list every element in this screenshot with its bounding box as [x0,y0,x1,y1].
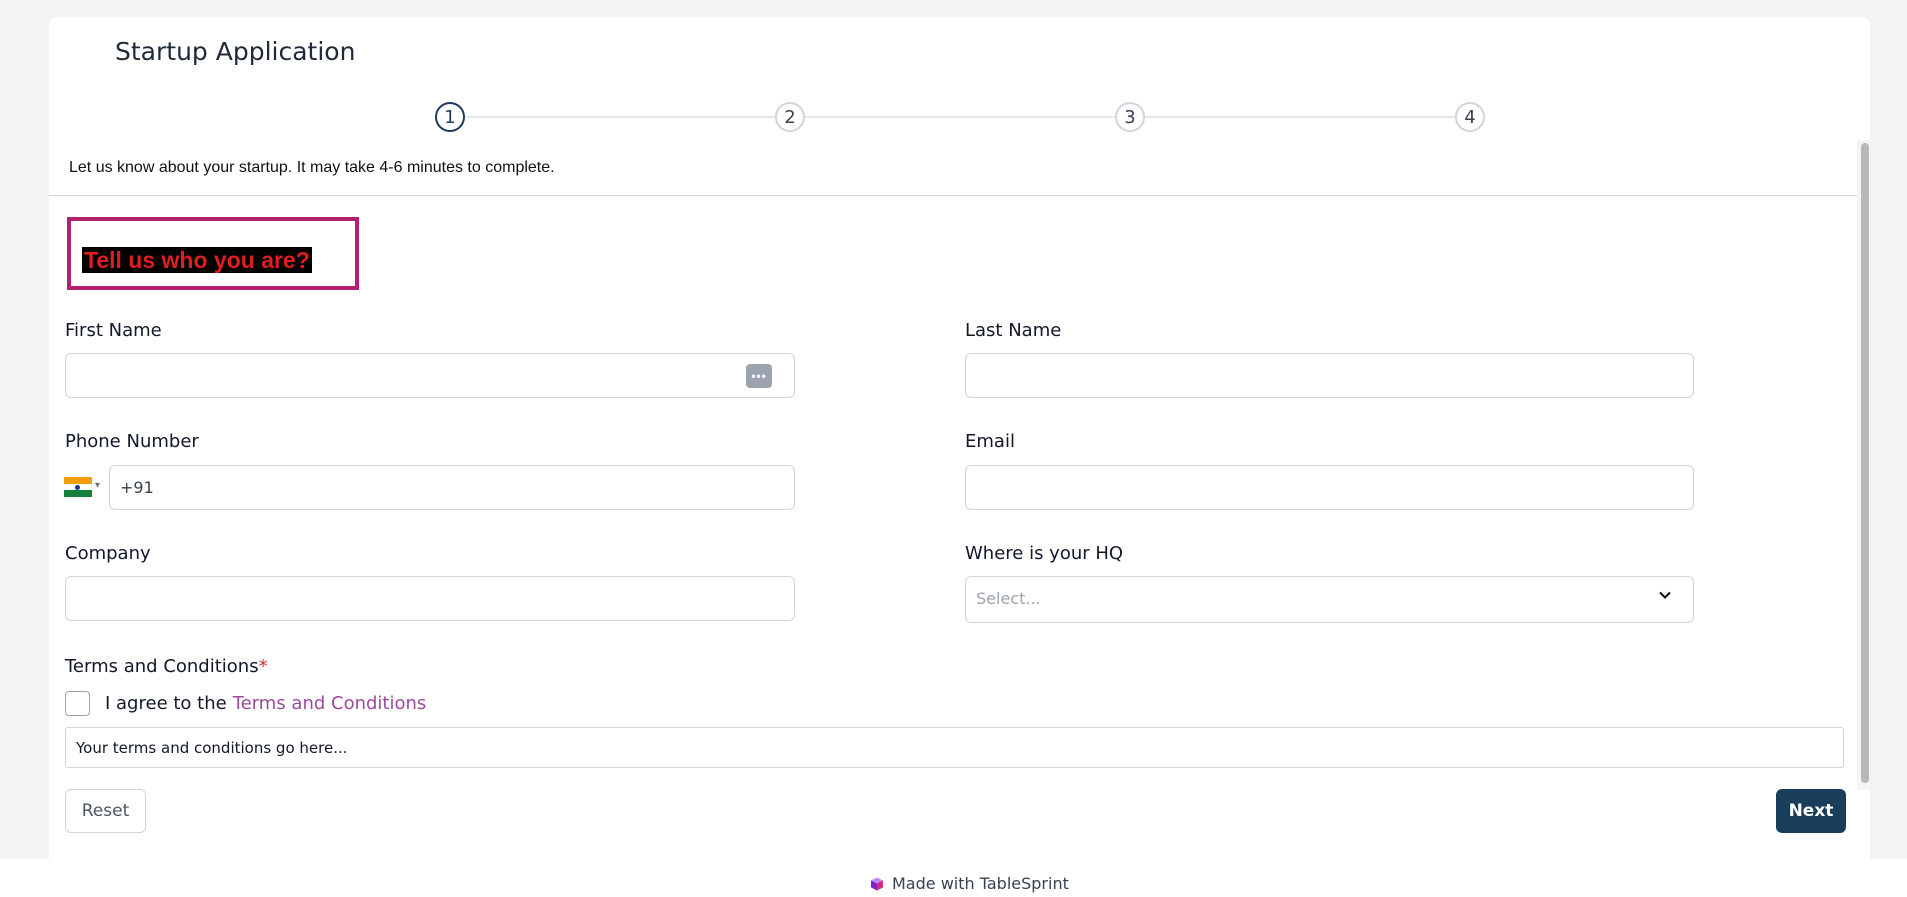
step-1[interactable]: 1 [435,102,465,132]
step-connector [465,116,775,118]
hq-select[interactable]: Select... [965,576,1694,623]
hq-label: Where is your HQ [965,543,1124,564]
terms-content-box[interactable]: Your terms and conditions go here... [65,727,1844,768]
step-2[interactable]: 2 [775,102,805,132]
phone-value: +91 [120,478,154,497]
chevron-down-icon [1659,591,1671,599]
terms-checkbox[interactable] [65,691,90,716]
phone-label: Phone Number [65,431,199,452]
step-connector [805,116,1115,118]
footer-text: Made with TableSprint [892,874,1069,893]
required-marker: * [258,656,268,677]
step-3[interactable]: 3 [1115,102,1145,132]
company-label: Company [65,543,151,564]
step-4[interactable]: 4 [1455,102,1485,132]
first-name-input[interactable]: ••• [65,353,795,398]
scrollbar-thumb[interactable] [1861,143,1869,783]
page-title: Startup Application [115,37,356,66]
divider [49,195,1857,196]
first-name-label: First Name [65,320,162,341]
reset-button[interactable]: Reset [65,789,146,833]
terms-label: Terms and Conditions* [65,656,268,677]
tablesprint-logo-icon [871,877,883,890]
password-manager-icon[interactable]: ••• [746,364,772,388]
agree-prefix: I agree to the [105,693,227,714]
email-input[interactable] [965,465,1694,510]
chevron-down-icon[interactable]: ▾ [95,480,100,491]
terms-label-text: Terms and Conditions [65,656,259,677]
hq-placeholder: Select... [976,589,1041,608]
last-name-input[interactable] [965,353,1694,398]
footer-content[interactable]: Made with TableSprint [870,874,1069,893]
terms-content: Your terms and conditions go here... [76,739,348,757]
footer: Made with TableSprint [0,859,1907,897]
next-button[interactable]: Next [1776,789,1846,833]
phone-input[interactable]: +91 [109,465,795,510]
section-heading: Tell us who you are? [82,247,312,273]
company-input[interactable] [65,576,795,621]
india-flag-icon[interactable] [64,477,92,497]
agree-text: I agree to the Terms and Conditions [105,693,426,714]
email-label: Email [965,431,1015,452]
stepper: 1 2 3 4 [435,102,1485,132]
terms-link[interactable]: Terms and Conditions [233,693,427,714]
step-connector [1145,116,1455,118]
form-subtitle: Let us know about your startup. It may t… [69,159,555,176]
last-name-label: Last Name [965,320,1062,341]
